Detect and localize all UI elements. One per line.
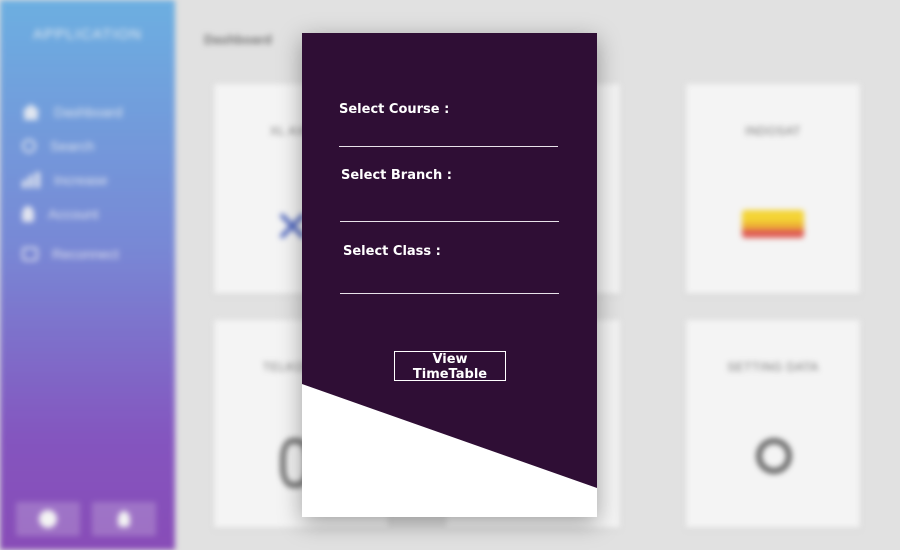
- course-label: Select Course :: [339, 102, 450, 117]
- class-label: Select Class :: [343, 244, 441, 259]
- class-input[interactable]: [340, 271, 559, 294]
- view-timetable-button[interactable]: View TimeTable: [394, 351, 506, 382]
- branch-label: Select Branch :: [341, 168, 452, 183]
- timetable-modal: Select Course : Select Branch : Select C…: [302, 33, 597, 517]
- branch-input[interactable]: [340, 199, 559, 222]
- course-input[interactable]: [339, 125, 558, 147]
